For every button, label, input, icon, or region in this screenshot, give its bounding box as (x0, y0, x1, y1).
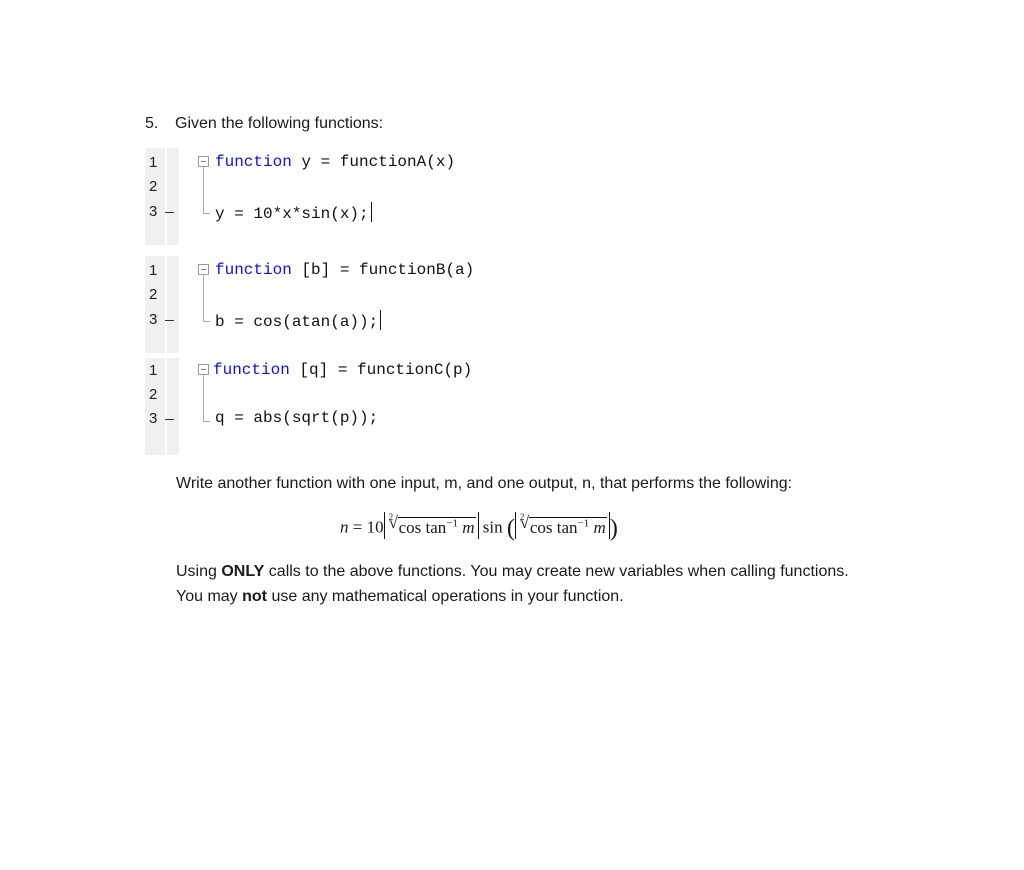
line-number: 3 (149, 410, 158, 427)
line-number: 3 (149, 203, 158, 220)
breakpoint-dash (165, 419, 174, 420)
code-block-functionC: 1 2 3 function [q] = functionC(p) q = ab… (145, 358, 545, 455)
instruction-line-1: Using ONLY calls to the above functions.… (176, 563, 849, 580)
line-number: 2 (149, 286, 158, 303)
emphasis-not: not (242, 588, 267, 605)
code-line-3: y = 10*x*sin(x); (215, 202, 372, 223)
emphasis-only: ONLY (221, 563, 265, 580)
question-heading: 5. Given the following functions: (145, 115, 383, 133)
instruction-prompt: Write another function with one input, m… (176, 475, 793, 492)
question-number: 5. (145, 115, 159, 132)
nth-root: 2 √ cos tan−1 m (388, 512, 476, 537)
fold-line (203, 275, 204, 321)
fold-collapse-icon[interactable] (198, 364, 209, 375)
question-heading-text: Given the following functions: (175, 115, 384, 132)
keyword-function: function (213, 361, 290, 379)
line-number: 3 (149, 311, 158, 328)
keyword-function: function (215, 261, 292, 279)
code-line-3: q = abs(sqrt(p)); (215, 409, 379, 427)
code-line-1: function y = functionA(x) (215, 153, 456, 171)
keyword-function: function (215, 153, 292, 171)
fold-collapse-icon[interactable] (198, 264, 209, 275)
fold-line (203, 167, 204, 213)
line-number: 2 (149, 178, 158, 195)
line-number: 1 (149, 362, 158, 379)
fold-collapse-icon[interactable] (198, 156, 209, 167)
line-number: 1 (149, 154, 158, 171)
text-cursor (370, 202, 372, 222)
line-number: 1 (149, 262, 158, 279)
code-block-functionA: 1 2 3 function y = functionA(x) y = 10*x… (145, 148, 545, 245)
line-number: 2 (149, 386, 158, 403)
code-line-3: b = cos(atan(a)); (215, 310, 382, 331)
text-cursor (380, 310, 382, 330)
instruction-line-2: You may not use any mathematical operati… (176, 588, 624, 605)
nth-root: 2 √ cos tan−1 m (519, 512, 607, 537)
equation: n = 10 2 √ cos tan−1 m sin (2 √ cos tan−1 m) (340, 512, 618, 542)
breakpoint-dash (165, 320, 174, 321)
code-block-functionB: 1 2 3 function [b] = functionB(a) b = co… (145, 256, 545, 353)
code-line-1: function [q] = functionC(p) (213, 361, 473, 379)
code-line-1: function [b] = functionB(a) (215, 261, 475, 279)
breakpoint-dash (165, 212, 174, 213)
absolute-value: 2 √ cos tan−1 m (514, 512, 610, 539)
fold-line (203, 375, 204, 421)
absolute-value: 2 √ cos tan−1 m (383, 512, 479, 539)
